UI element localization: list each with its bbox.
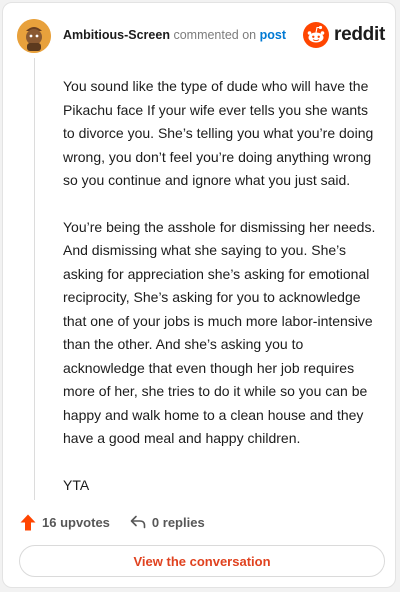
- comment-body: You sound like the type of dude who will…: [63, 75, 381, 520]
- snoo-avatar-icon[interactable]: [17, 19, 51, 53]
- comment-meta: Ambitious-Screen commented on post: [63, 27, 286, 43]
- comment-card: Ambitious-Screen commented on post reddi…: [2, 2, 396, 588]
- comment-actions: 16 upvotes 0 replies: [20, 511, 205, 533]
- replies-button[interactable]: 0 replies: [130, 515, 205, 530]
- post-link[interactable]: post: [260, 28, 286, 42]
- reddit-logo-icon: [303, 22, 330, 48]
- username[interactable]: Ambitious-Screen: [63, 28, 170, 42]
- comment-paragraph: YTA: [63, 476, 90, 493]
- upvote-arrow-icon: [20, 514, 36, 530]
- comment-paragraph: You sound like the type of dude who will…: [63, 78, 374, 188]
- reply-arrow-icon: [130, 515, 146, 529]
- view-conversation-button[interactable]: View the conversation: [19, 545, 385, 577]
- comment-paragraph: You’re being the asshole for dismissing …: [63, 218, 376, 447]
- commented-on-text: commented on: [173, 28, 257, 42]
- reddit-brand[interactable]: reddit: [303, 22, 385, 48]
- upvotes-count: 16 upvotes: [42, 514, 110, 530]
- replies-count: 0 replies: [151, 514, 205, 530]
- upvote-button[interactable]: 16 upvotes: [20, 514, 110, 531]
- thread-line[interactable]: [34, 58, 35, 500]
- comment-header: Ambitious-Screen commented on post reddi…: [17, 17, 385, 55]
- reddit-wordmark: reddit: [334, 24, 385, 45]
